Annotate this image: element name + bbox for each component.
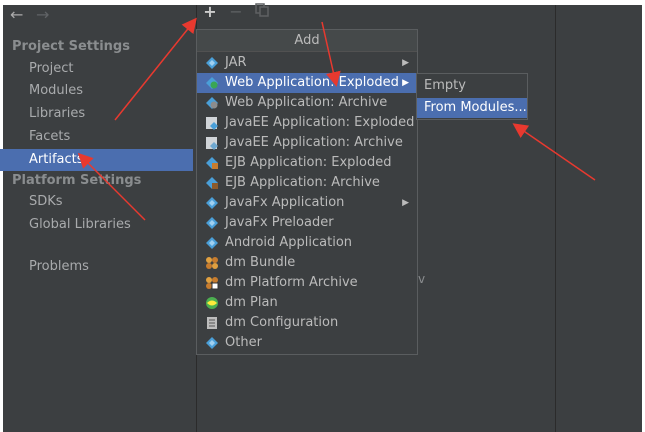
menu-item-label: JavaEE Application: Exploded	[225, 115, 415, 130]
stray-char: v	[418, 272, 426, 286]
menu-item-label: JavaFx Application	[225, 195, 345, 210]
sidebar-item-project[interactable]: Project	[0, 58, 193, 80]
plus-icon[interactable]: +	[201, 3, 219, 21]
menu-item-label: EJB Application: Archive	[225, 175, 380, 190]
menu-item-javafx-preloader[interactable]: JavaFx Preloader	[197, 213, 417, 233]
menu-item-label: dm Configuration	[225, 315, 339, 330]
menu-item-web-app-exploded[interactable]: Web Application: Exploded ▶	[197, 73, 417, 93]
sidebar-item-facets[interactable]: Facets	[0, 126, 193, 148]
sidebar-item-sdks[interactable]: SDKs	[0, 191, 193, 213]
globe-icon	[206, 297, 218, 309]
chevron-right-icon: ▶	[402, 198, 409, 208]
sidebar-item-global-libraries[interactable]: Global Libraries	[0, 214, 193, 236]
platform-archive-icon	[206, 277, 219, 290]
web-app-submenu: Empty From Modules...	[416, 73, 528, 120]
platform-settings-title: Platform Settings	[12, 173, 142, 188]
panel-divider	[555, 5, 556, 432]
submenu-item-empty[interactable]: Empty	[417, 76, 527, 96]
diamond-icon	[206, 217, 218, 229]
menu-item-web-app-archive[interactable]: Web Application: Archive	[197, 93, 417, 113]
add-popup-menu: Add JAR ▶ Web Application: Exploded ▶ We…	[196, 29, 418, 355]
config-doc-icon	[207, 317, 217, 329]
menu-item-label: Android Application	[225, 235, 353, 250]
project-settings-title: Project Settings	[12, 39, 130, 54]
sidebar-item-modules[interactable]: Modules	[0, 80, 193, 102]
chevron-right-icon: ▶	[402, 58, 409, 68]
diamond-icon	[206, 237, 218, 249]
javaee-archive-icon	[206, 137, 218, 150]
menu-item-label: dm Bundle	[225, 255, 296, 270]
menu-item-javafx-app[interactable]: JavaFx Application ▶	[197, 193, 417, 213]
menu-item-label: dm Platform Archive	[225, 275, 358, 290]
copy-icon[interactable]	[253, 3, 271, 21]
bundle-icon	[206, 257, 218, 269]
arrow-right-icon[interactable]: →	[36, 5, 49, 24]
menu-item-label: EJB Application: Exploded	[225, 155, 392, 170]
menu-item-android-app[interactable]: Android Application	[197, 233, 417, 253]
menu-title: Add	[197, 30, 417, 52]
diamond-icon	[206, 337, 218, 349]
menu-item-dm-configuration[interactable]: dm Configuration	[197, 313, 417, 333]
menu-item-label: JAR	[225, 55, 247, 70]
menu-item-other[interactable]: Other	[197, 333, 417, 353]
arrow-left-icon[interactable]: ←	[10, 5, 23, 24]
menu-item-label: dm Plan	[225, 295, 278, 310]
menu-item-jar[interactable]: JAR ▶	[197, 53, 417, 73]
menu-item-dm-plan[interactable]: dm Plan	[197, 293, 417, 313]
web-app-icon	[206, 77, 218, 89]
menu-item-javaee-archive[interactable]: JavaEE Application: Archive	[197, 133, 417, 153]
menu-item-label: Web Application: Exploded	[225, 75, 399, 90]
diamond-icon	[206, 197, 218, 209]
menu-item-dm-bundle[interactable]: dm Bundle	[197, 253, 417, 273]
menu-item-label: Other	[225, 335, 262, 350]
minus-icon[interactable]: −	[227, 3, 245, 21]
menu-item-dm-platform-archive[interactable]: dm Platform Archive	[197, 273, 417, 293]
diamond-icon	[206, 57, 218, 69]
ejb-icon	[206, 157, 218, 169]
menu-item-ejb-archive[interactable]: EJB Application: Archive	[197, 173, 417, 193]
menu-item-label: JavaFx Preloader	[225, 215, 334, 230]
menu-item-javaee-exploded[interactable]: JavaEE Application: Exploded	[197, 113, 417, 133]
chevron-right-icon: ▶	[402, 78, 409, 88]
web-archive-icon	[206, 97, 218, 109]
menu-item-ejb-exploded[interactable]: EJB Application: Exploded	[197, 153, 417, 173]
javaee-icon	[206, 117, 218, 130]
sidebar-item-libraries[interactable]: Libraries	[0, 103, 193, 125]
submenu-item-from-modules[interactable]: From Modules...	[417, 98, 527, 118]
sidebar-item-artifacts[interactable]: Artifacts	[0, 149, 193, 171]
menu-item-label: Web Application: Archive	[225, 95, 388, 110]
ejb-archive-icon	[206, 177, 218, 189]
menu-item-label: JavaEE Application: Archive	[225, 135, 403, 150]
sidebar-item-problems[interactable]: Problems	[0, 256, 193, 278]
